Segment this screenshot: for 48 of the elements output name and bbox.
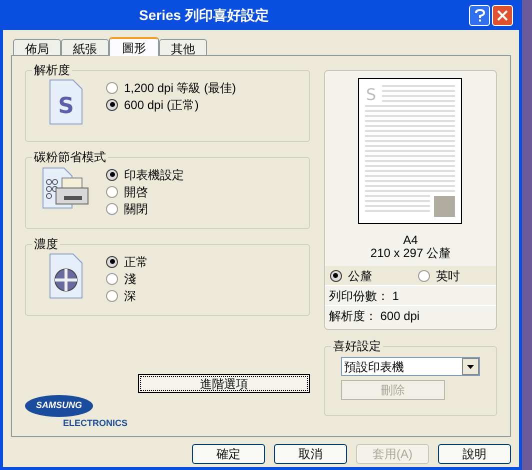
radio-button[interactable] (418, 270, 430, 282)
close-icon (497, 10, 508, 20)
help-button[interactable] (469, 4, 490, 26)
page-preview-drawing: S (358, 78, 462, 224)
paper-size: 210 x 297 公釐 (370, 247, 450, 260)
caret-icon (467, 364, 474, 368)
radio-label: 開啓 (124, 184, 148, 200)
radio-label: 深 (124, 288, 136, 304)
printer-icon (42, 166, 90, 210)
logo: SAMSUNG ELECTRONICS (25, 394, 135, 430)
radio-label: 印表機設定 (124, 166, 184, 184)
radio-label: 1,200 dpi 等級 (最佳) (124, 80, 236, 96)
tab[interactable]: 佈局 (13, 39, 61, 55)
radio-button[interactable] (106, 168, 118, 180)
window-title: Series 列印喜好設定 (138, 6, 269, 24)
radio-button[interactable] (106, 256, 118, 268)
tab[interactable]: 紙張 (61, 39, 109, 55)
radio-button[interactable] (106, 290, 118, 302)
radio-label: 公釐 (348, 268, 372, 284)
tab[interactable]: 其他 (159, 39, 207, 55)
group-title: 碳粉節省模式 (32, 149, 108, 165)
resolution-info: 解析度： 600 dpi (328, 308, 421, 325)
radio-label: 正常 (124, 254, 148, 270)
radio-button[interactable] (330, 270, 342, 282)
radio-label: 關閉 (124, 200, 148, 218)
favorites-dropdown[interactable]: 預設印表機 (340, 357, 480, 376)
question-icon (474, 8, 484, 22)
copies-info: 列印份數： 1 (324, 286, 496, 306)
dialog-button[interactable]: 說明 (438, 444, 511, 464)
radio-button[interactable] (106, 202, 118, 214)
advanced-options-button[interactable]: 進階選項 (138, 374, 310, 392)
radio-button[interactable] (106, 272, 118, 284)
document-target-icon (49, 253, 83, 299)
radio-button[interactable] (106, 82, 118, 94)
radio-label: 600 dpi (正常) (124, 96, 199, 114)
group-title: 濃度 (32, 236, 60, 252)
document-s-icon: S (49, 79, 83, 125)
radio-label: 英吋 (436, 268, 460, 284)
paper-name: A4 (403, 234, 418, 247)
group-title: 喜好設定 (330, 338, 383, 354)
dialog-button[interactable]: 取消 (274, 444, 347, 464)
radio-button[interactable] (106, 186, 118, 198)
close-button[interactable] (492, 4, 513, 26)
radio-button[interactable] (106, 98, 118, 110)
radio-label: 淺 (124, 270, 136, 288)
group-title: 解析度 (32, 62, 72, 78)
tab[interactable]: 圖形 (109, 37, 159, 56)
dialog-button[interactable]: 確定 (192, 444, 265, 464)
